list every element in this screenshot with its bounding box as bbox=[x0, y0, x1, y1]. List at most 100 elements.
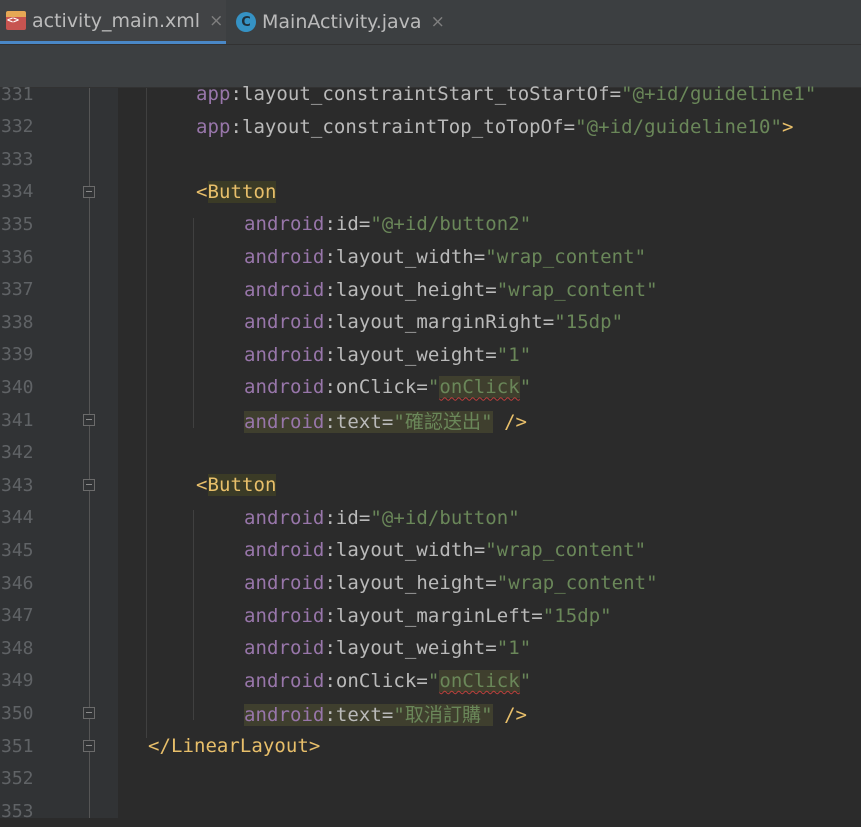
code-token: </LinearLayout> bbox=[148, 735, 321, 757]
code-token: :layout_width= bbox=[324, 246, 486, 268]
tab-label: MainActivity.java bbox=[262, 11, 422, 33]
code-line[interactable]: 343 <Button bbox=[0, 469, 861, 501]
code-line[interactable]: 340 android:onClick="onClick" bbox=[0, 371, 861, 403]
tab-main-activity-java[interactable]: C MainActivity.java × bbox=[236, 0, 456, 44]
code-text: android:layout_weight="1" bbox=[244, 637, 531, 659]
code-line[interactable]: 337 android:layout_height="wrap_content" bbox=[0, 274, 861, 306]
code-line[interactable]: 344 android:id="@+id/button" bbox=[0, 502, 861, 534]
code-line[interactable]: 349 android:onClick="onClick" bbox=[0, 665, 861, 697]
code-token: android bbox=[244, 376, 325, 399]
code-text: android:layout_marginLeft="15dp" bbox=[244, 605, 612, 627]
code-token: "@+id/button2" bbox=[370, 213, 532, 236]
code-token: android bbox=[244, 343, 325, 366]
code-line[interactable]: 350 android:text="取消訂購" /> bbox=[0, 697, 861, 729]
code-token: onClick bbox=[439, 376, 520, 399]
code-token: android bbox=[244, 637, 325, 660]
code-token: :layout_marginLeft= bbox=[324, 604, 543, 627]
line-number: 337 bbox=[1, 279, 34, 301]
code-line[interactable]: 353 bbox=[0, 795, 861, 827]
editor-tab-bar: activity_main.xml × C MainActivity.java … bbox=[0, 0, 861, 45]
code-line[interactable]: 339 android:layout_weight="1" bbox=[0, 339, 861, 371]
code-token: :text= bbox=[324, 703, 394, 726]
code-text: <Button bbox=[196, 474, 277, 497]
code-text: android:layout_height="wrap_content" bbox=[244, 279, 658, 301]
code-token: " bbox=[519, 669, 532, 692]
code-token: "@+id/guideline1" bbox=[621, 83, 817, 105]
code-text: android:onClick="onClick" bbox=[244, 669, 532, 692]
line-number: 343 bbox=[1, 474, 34, 496]
code-token: /> bbox=[504, 703, 528, 726]
code-token: :layout_constraintStart_toStartOf= bbox=[230, 83, 622, 105]
code-token: :id= bbox=[324, 506, 371, 529]
code-line[interactable]: 342 bbox=[0, 437, 861, 469]
code-line[interactable]: 341 android:text="確認送出" /> bbox=[0, 404, 861, 436]
line-number: 353 bbox=[1, 800, 34, 822]
code-token: android bbox=[244, 311, 325, 334]
line-number: 346 bbox=[1, 572, 34, 594]
code-token: /> bbox=[504, 410, 528, 433]
code-line[interactable]: 332 app:layout_constraintTop_toTopOf="@+i… bbox=[0, 111, 861, 143]
line-number: 348 bbox=[1, 637, 34, 659]
line-number: 341 bbox=[1, 409, 34, 431]
fold-marker-icon[interactable] bbox=[83, 414, 95, 426]
code-token: "取消訂購" bbox=[393, 703, 493, 726]
code-text: android:layout_marginRight="15dp" bbox=[244, 311, 623, 333]
fold-marker-icon[interactable] bbox=[83, 740, 95, 752]
fold-marker-icon[interactable] bbox=[83, 479, 95, 492]
code-token: android bbox=[244, 246, 325, 268]
code-line[interactable]: 346 android:layout_height="wrap_content" bbox=[0, 567, 861, 599]
code-text: android:layout_width="wrap_content" bbox=[244, 246, 646, 268]
code-token: "wrap_content" bbox=[485, 246, 647, 268]
code-editor[interactable]: 331 app:layout_constraintStart_toStartOf=… bbox=[0, 83, 861, 822]
fold-marker-icon[interactable] bbox=[83, 707, 95, 720]
code-text: android:text="取消訂購" /> bbox=[244, 700, 527, 727]
code-line[interactable]: 331 app:layout_constraintStart_toStartOf=… bbox=[0, 78, 861, 110]
code-text: android:layout_weight="1" bbox=[244, 344, 531, 366]
code-line[interactable]: 333 bbox=[0, 143, 861, 175]
code-text: app:layout_constraintTop_toTopOf="@+id/g… bbox=[196, 116, 793, 138]
line-number: 338 bbox=[1, 311, 34, 333]
code-line[interactable]: 348 android:layout_weight="1" bbox=[0, 632, 861, 664]
code-line[interactable]: 351 </LinearLayout> bbox=[0, 730, 861, 762]
code-token: :id= bbox=[324, 213, 371, 236]
code-token: app bbox=[196, 115, 231, 138]
code-text: android:id="@+id/button" bbox=[244, 507, 520, 529]
fold-marker-icon[interactable] bbox=[83, 185, 95, 198]
close-icon[interactable]: × bbox=[209, 11, 223, 31]
code-line[interactable]: 352 bbox=[0, 763, 861, 795]
code-token: onClick bbox=[439, 669, 520, 692]
line-number: 335 bbox=[1, 213, 34, 235]
code-token: :layout_constraintTop_toTopOf= bbox=[230, 115, 576, 138]
code-token: Button bbox=[207, 180, 277, 203]
tab-activity-main-xml[interactable]: activity_main.xml × bbox=[0, 0, 226, 44]
code-line[interactable]: 336 android:layout_width="wrap_content" bbox=[0, 241, 861, 273]
code-token: < bbox=[196, 180, 208, 203]
code-token: :text= bbox=[324, 410, 394, 433]
code-line[interactable]: 335 android:id="@+id/button2" bbox=[0, 208, 861, 240]
code-token: android bbox=[244, 572, 325, 594]
code-token: "wrap_content" bbox=[496, 278, 658, 301]
close-icon[interactable]: × bbox=[431, 12, 445, 32]
line-number: 345 bbox=[1, 539, 34, 561]
line-number: 347 bbox=[1, 605, 34, 627]
code-line[interactable]: 347 android:layout_marginLeft="15dp" bbox=[0, 600, 861, 632]
code-token: "15dp" bbox=[554, 311, 624, 334]
code-line[interactable]: 345 android:layout_width="wrap_content" bbox=[0, 534, 861, 566]
code-line[interactable]: 334 <Button bbox=[0, 176, 861, 208]
code-token: "wrap_content" bbox=[496, 572, 658, 594]
code-token: android bbox=[244, 506, 325, 529]
code-token: "1" bbox=[496, 637, 532, 660]
code-token: :layout_marginRight= bbox=[324, 311, 555, 334]
code-token: < bbox=[196, 474, 208, 497]
code-token: :layout_height= bbox=[324, 572, 497, 594]
code-token: "確認送出" bbox=[393, 410, 493, 433]
line-number: 340 bbox=[1, 376, 34, 398]
code-text: android:layout_height="wrap_content" bbox=[244, 572, 658, 594]
code-line[interactable]: 338 android:layout_marginRight="15dp" bbox=[0, 306, 861, 338]
line-number: 349 bbox=[1, 670, 34, 692]
code-token: "@+id/button" bbox=[370, 506, 520, 529]
code-token: "15dp" bbox=[542, 604, 612, 627]
line-number: 350 bbox=[1, 702, 34, 724]
java-class-icon: C bbox=[236, 12, 256, 32]
